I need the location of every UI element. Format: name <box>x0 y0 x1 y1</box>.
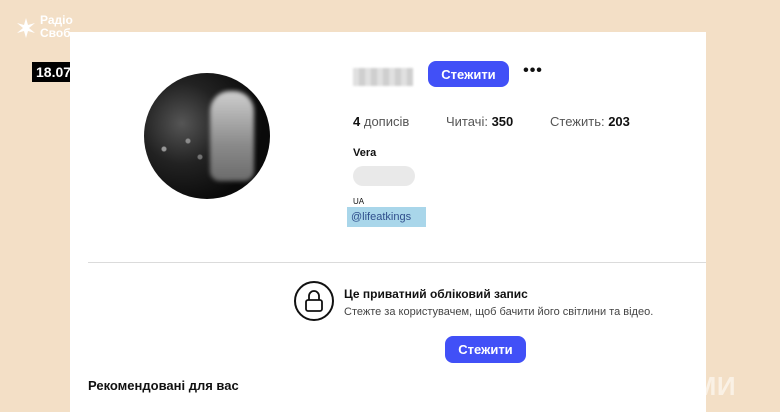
stat-following[interactable]: Стежить: 203 <box>550 114 630 129</box>
followers-label: Читачі: <box>446 114 488 129</box>
followers-count: 350 <box>491 114 514 129</box>
posts-count: 4 <box>353 114 361 129</box>
logo-line2: Своб <box>40 26 71 40</box>
display-name: Vera <box>353 147 377 159</box>
following-count: 203 <box>608 114 630 129</box>
following-label: Стежить: <box>550 114 605 129</box>
follow-button-private[interactable]: Стежити <box>445 336 526 363</box>
avatar-lights <box>152 129 212 169</box>
posts-label: дописів <box>363 114 410 129</box>
private-account-title: Це приватний обліковий запис <box>344 287 528 301</box>
follow-button[interactable]: Стежити <box>428 61 509 87</box>
bio-link[interactable]: @lifeatkings <box>347 207 426 227</box>
bio-country: UA <box>353 197 365 206</box>
username-blurred <box>353 68 413 86</box>
logo-flame-icon <box>17 18 35 38</box>
bio-blurred <box>353 166 415 186</box>
stat-posts[interactable]: 4 дописів <box>353 114 409 129</box>
lock-icon <box>305 290 323 312</box>
avatar[interactable] <box>144 73 270 199</box>
more-options-icon[interactable]: ••• <box>522 63 544 81</box>
avatar-figure-blurred <box>210 91 254 181</box>
private-account-description: Стежте за користувачем, щоб бачити його … <box>344 306 654 318</box>
news-logo: Радіо Своб <box>14 14 78 60</box>
lock-icon-circle <box>294 281 334 321</box>
divider <box>88 262 706 263</box>
recommendations-title: Рекомендовані для вас <box>88 378 239 393</box>
logo-text: Радіо Своб <box>40 14 73 40</box>
profile-card: Стежити ••• 4 дописів Читачі: 350 Стежит… <box>70 32 706 412</box>
stat-followers[interactable]: Читачі: 350 <box>446 114 513 129</box>
